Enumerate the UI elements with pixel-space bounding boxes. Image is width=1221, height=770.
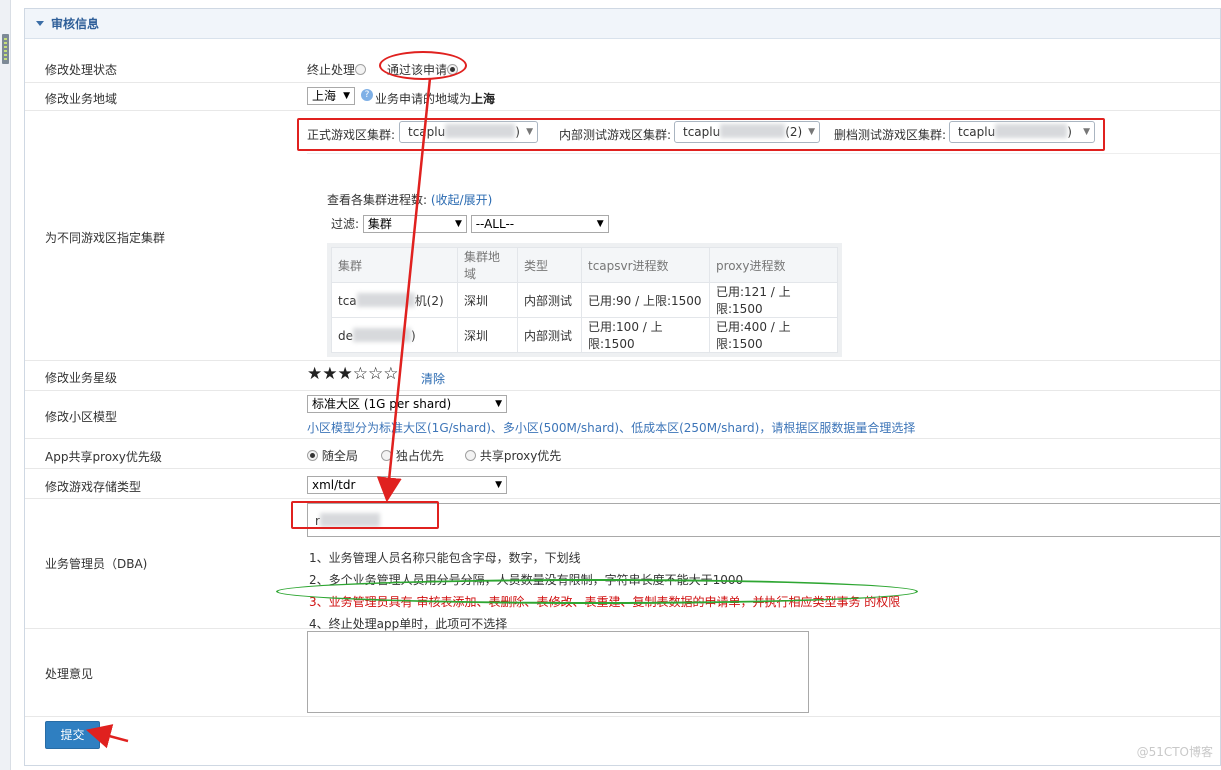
exclusive-radio[interactable]	[381, 450, 392, 461]
filter-value-select[interactable]: --ALL-- ▼	[470, 215, 609, 233]
filter-value-value: --ALL--	[475, 217, 515, 231]
proxy-option-exclusive-label: 独占优先	[395, 449, 444, 463]
table-header: 集群地域	[457, 247, 518, 283]
storage-row: 修改游戏存储类型 xml/tdr ▼	[25, 469, 1220, 499]
status-option-terminate[interactable]: 终止处理	[307, 61, 367, 78]
annotation-red-rect-dba	[291, 501, 439, 529]
panel-title: 审核信息	[51, 17, 100, 31]
table-header: 集群	[331, 247, 458, 283]
region-hint: 业务申请的地域为上海	[375, 90, 495, 107]
star-rating[interactable]: ★★★☆☆☆	[307, 364, 398, 384]
star-row: 修改业务星级 ★★★☆☆☆ 清除	[25, 361, 1220, 391]
blurred-text	[353, 327, 411, 342]
storage-value: xml/tdr	[312, 478, 356, 492]
process-title-line: 查看各集群进程数: (收起/展开)	[327, 191, 492, 208]
cluster-name-prefix: de	[338, 328, 353, 343]
region-select-value: 上海	[312, 89, 337, 103]
table-cell-cluster: tca 机(2)	[331, 282, 458, 318]
shared-radio[interactable]	[465, 450, 476, 461]
chevron-down-icon: ▼	[596, 219, 604, 229]
sidebar-drag-handle[interactable]	[2, 34, 9, 64]
filter-field-value: 集群	[367, 217, 392, 231]
chevron-down-icon: ▼	[495, 480, 502, 490]
chevron-down-icon: ▼	[454, 219, 462, 229]
help-icon[interactable]: ?	[361, 89, 373, 101]
proxy-priority-row: App共享proxy优先级 随全局 独占优先 共享proxy优先	[25, 439, 1220, 469]
opinion-label: 处理意见	[45, 667, 94, 681]
table-cell-tcapsvr: 已用:100 / 上限:1500	[581, 317, 710, 353]
opinion-row: 处理意见	[25, 629, 1220, 717]
table-cell-tcapsvr: 已用:90 / 上限:1500	[581, 282, 710, 318]
filter-field-select[interactable]: 集群 ▼	[362, 215, 467, 233]
table-header-row: 集群 集群地域 类型 tcapsvr进程数 proxy进程数	[331, 247, 838, 283]
dba-note: 1、业务管理人员名称只能包含字母，数字，下划线	[309, 551, 581, 565]
global-radio[interactable]	[307, 450, 318, 461]
watermark: @51CTO博客	[1136, 745, 1213, 759]
filled-stars: ★★★	[307, 364, 353, 384]
toggle-process-link[interactable]: (收起/展开)	[431, 193, 492, 207]
cluster-name-prefix: tca	[338, 293, 357, 308]
table-row: tca 机(2) 深圳 内部测试 已用:90 / 上限:1500 已用:121 /…	[331, 282, 838, 318]
status-label: 修改处理状态	[45, 63, 118, 77]
storage-select[interactable]: xml/tdr ▼	[307, 476, 507, 494]
panel-header[interactable]: 审核信息	[25, 9, 1220, 39]
annotation-red-rect-clusters	[297, 118, 1105, 151]
opinion-textarea[interactable]	[307, 631, 809, 713]
proxy-option-global-label: 随全局	[321, 449, 358, 463]
terminate-radio[interactable]	[355, 64, 367, 75]
process-title: 查看各集群进程数:	[327, 193, 428, 207]
zone-model-value: 标准大区 (1G per shard)	[312, 397, 452, 411]
chevron-down-icon: ▼	[495, 399, 502, 409]
cluster-divider	[307, 153, 1220, 154]
annotation-green-ellipse	[276, 579, 918, 604]
filter-line: 过滤: 集群 ▼ --ALL-- ▼	[331, 215, 609, 233]
table-cell-cluster: de)	[331, 317, 458, 353]
submit-button[interactable]: 提交	[45, 721, 100, 749]
zone-model-label: 修改小区模型	[45, 410, 118, 424]
zone-model-row: 修改小区模型 标准大区 (1G per shard) ▼ 小区模型分为标准大区(1…	[25, 391, 1220, 439]
zone-model-select[interactable]: 标准大区 (1G per shard) ▼	[307, 395, 507, 413]
proxy-option-shared-label: 共享proxy优先	[479, 449, 562, 463]
storage-label: 修改游戏存储类型	[45, 480, 142, 494]
chevron-down-icon: ▼	[343, 91, 350, 101]
dba-input[interactable]: r	[307, 503, 1220, 537]
blurred-text	[356, 292, 415, 307]
cluster-table-wrap: 集群 集群地域 类型 tcapsvr进程数 proxy进程数 tca 机(2) 深…	[327, 243, 842, 357]
table-header: 类型	[517, 247, 582, 283]
proxy-priority-label: App共享proxy优先级	[45, 450, 162, 464]
collapse-caret-icon[interactable]	[36, 21, 44, 26]
proxy-option-shared[interactable]: 共享proxy优先	[465, 447, 561, 464]
status-row: 修改处理状态 终止处理 通过该申请	[25, 55, 1220, 83]
table-cell-region: 深圳	[457, 282, 518, 318]
region-label: 修改业务地域	[45, 92, 118, 106]
table-cell-type: 内部测试	[517, 282, 582, 318]
region-hint-text: 业务申请的地域为	[375, 92, 472, 106]
dba-row: 业务管理员（DBA) r 1、业务管理人员名称只能包含字母，数字，下划线 2、多…	[25, 499, 1220, 631]
table-cell-type: 内部测试	[517, 317, 582, 353]
annotation-red-ellipse	[379, 51, 467, 80]
status-option-terminate-label: 终止处理	[307, 63, 356, 77]
filter-label: 过滤:	[331, 217, 360, 231]
proxy-option-exclusive[interactable]: 独占优先	[381, 447, 444, 464]
region-hint-value: 上海	[471, 92, 496, 106]
cluster-process-table: 集群 集群地域 类型 tcapsvr进程数 proxy进程数 tca 机(2) 深…	[331, 247, 838, 353]
dba-label: 业务管理员（DBA)	[45, 557, 148, 571]
table-cell-region: 深圳	[457, 317, 518, 353]
empty-stars: ☆☆☆	[352, 364, 399, 384]
table-row: de) 深圳 内部测试 已用:100 / 上限:1500 已用:400 / 上限…	[331, 317, 838, 353]
clear-rating-link[interactable]: 清除	[421, 370, 445, 387]
cluster-label: 为不同游戏区指定集群	[45, 231, 166, 245]
table-cell-proxy: 已用:121 / 上限:1500	[709, 282, 838, 318]
zone-model-hint: 小区模型分为标准大区(1G/shard)、多小区(500M/shard)、低成本…	[307, 421, 916, 435]
table-cell-proxy: 已用:400 / 上限:1500	[709, 317, 838, 353]
left-sidebar-strip	[0, 0, 11, 770]
cluster-name-suffix: )	[411, 328, 416, 343]
proxy-option-global[interactable]: 随全局	[307, 447, 358, 464]
region-row: 修改业务地域 上海 ▼ ? 业务申请的地域为上海	[25, 83, 1220, 111]
cluster-name-suffix: 机(2)	[414, 293, 444, 308]
table-header: tcapsvr进程数	[581, 247, 710, 283]
table-header: proxy进程数	[709, 247, 838, 283]
star-label: 修改业务星级	[45, 371, 118, 385]
region-select[interactable]: 上海 ▼	[307, 87, 355, 105]
